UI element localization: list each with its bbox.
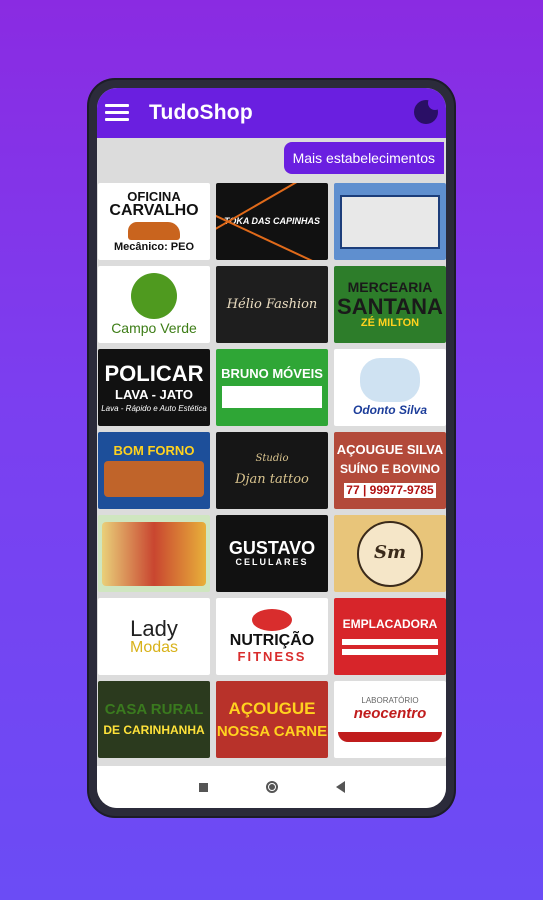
- car-icon: [128, 221, 180, 240]
- system-nav-bar: [97, 766, 446, 808]
- store-name: BRUNO MÓVEIS: [221, 365, 323, 381]
- app-screen: TudoShop Mais estabelecimentos OFICINA C…: [97, 88, 446, 808]
- back-triangle-icon[interactable]: [335, 781, 345, 793]
- store-name: EMPLACADORA: [342, 617, 438, 632]
- app-bar: TudoShop: [97, 88, 446, 138]
- store-name: Odonto Silva: [352, 403, 427, 418]
- store-name: CASA RURAL: [104, 701, 204, 719]
- store-name: NOSSA CARNE: [216, 722, 328, 740]
- store-card[interactable]: POLICAR LAVA - JATO Lava - Rápido e Auto…: [98, 349, 210, 426]
- store-card[interactable]: BRUNO MÓVEIS: [216, 349, 328, 426]
- store-card[interactable]: OFICINA CARVALHO Mecânico: PEO: [98, 183, 210, 260]
- stores-grid: OFICINA CARVALHO Mecânico: PEO TOKA DAS …: [98, 183, 446, 758]
- store-name: SUÍNO E BOVINO: [339, 461, 440, 476]
- store-name: Djan tattoo: [235, 471, 309, 487]
- store-logo: Sm: [357, 520, 423, 587]
- dark-mode-moon-icon[interactable]: [414, 96, 442, 124]
- store-name: AÇOUGUE: [228, 698, 316, 718]
- store-name: neocentro: [353, 704, 427, 722]
- store-banner-image: [104, 461, 204, 498]
- store-card[interactable]: Odonto Silva: [334, 349, 446, 426]
- store-card[interactable]: CASA RURAL DE CARINHANHA: [98, 681, 210, 758]
- store-name: AÇOUGUE SILVA: [336, 442, 444, 458]
- store-name: LAVA - JATO: [115, 387, 193, 403]
- store-banner-image: [102, 521, 206, 586]
- store-card[interactable]: Sm: [334, 515, 446, 592]
- store-name: SANTANA: [337, 293, 443, 319]
- store-name: Sm: [373, 542, 407, 564]
- store-card[interactable]: AÇOUGUE NOSSA CARNE: [216, 681, 328, 758]
- store-name: DE CARINHANHA: [103, 723, 205, 738]
- store-card[interactable]: TOKA DAS CAPINHAS: [216, 183, 328, 260]
- store-card[interactable]: LABORATÓRIO neocentro: [334, 681, 446, 758]
- store-name: BOM FORNO: [113, 442, 195, 458]
- store-name: GUSTAVO: [228, 538, 316, 559]
- store-name: Modas: [129, 638, 179, 656]
- store-tagline: ZÉ MILTON: [360, 316, 420, 329]
- store-name: NUTRIÇÃO: [229, 632, 315, 650]
- store-card[interactable]: MERCEARIA SANTANA ZÉ MILTON: [334, 266, 446, 343]
- store-banner-image: [360, 358, 420, 403]
- store-card[interactable]: BOM FORNO: [98, 432, 210, 509]
- recents-square-icon[interactable]: [198, 782, 208, 792]
- store-card[interactable]: Lady Modas: [98, 598, 210, 675]
- store-card[interactable]: Hélio Fashion: [216, 266, 328, 343]
- store-tagline: Lava - Rápido e Auto Estética: [101, 403, 207, 413]
- more-establishments-button[interactable]: Mais estabelecimentos: [283, 142, 444, 174]
- store-card[interactable]: Studio Djan tattoo: [216, 432, 328, 509]
- app-title: TudoShop: [149, 101, 253, 124]
- store-name: CELULARES: [235, 557, 309, 568]
- store-name: Hélio Fashion: [226, 296, 318, 312]
- phone-frame: TudoShop Mais estabelecimentos OFICINA C…: [89, 80, 454, 816]
- dumbbell-icon: [252, 609, 292, 632]
- store-card[interactable]: [98, 515, 210, 592]
- store-name: Studio: [255, 453, 289, 465]
- store-banner-image: [340, 194, 440, 249]
- store-name: MERCEARIA: [347, 278, 433, 295]
- store-card[interactable]: NUTRIÇÃO FITNESS: [216, 598, 328, 675]
- store-phone: 77 | 99977-9785: [344, 483, 436, 498]
- store-card[interactable]: EMPLACADORA: [334, 598, 446, 675]
- store-tagline: Mecânico: PEO: [113, 240, 195, 253]
- home-circle-icon[interactable]: [265, 781, 278, 793]
- store-name: FITNESS: [237, 649, 307, 665]
- store-card[interactable]: Campo Verde: [98, 266, 210, 343]
- store-name: OFICINA: [127, 188, 181, 204]
- store-name: POLICAR: [104, 360, 204, 386]
- store-name: Campo Verde: [111, 320, 197, 337]
- store-card[interactable]: [334, 183, 446, 260]
- store-card[interactable]: GUSTAVO CELULARES: [216, 515, 328, 592]
- hamburger-menu-icon[interactable]: [105, 104, 131, 122]
- store-name: Lady: [130, 615, 178, 641]
- store-name: CARVALHO: [109, 202, 199, 220]
- store-card[interactable]: AÇOUGUE SILVA SUÍNO E BOVINO 77 | 99977-…: [334, 432, 446, 509]
- leaf-logo-icon: [131, 273, 177, 320]
